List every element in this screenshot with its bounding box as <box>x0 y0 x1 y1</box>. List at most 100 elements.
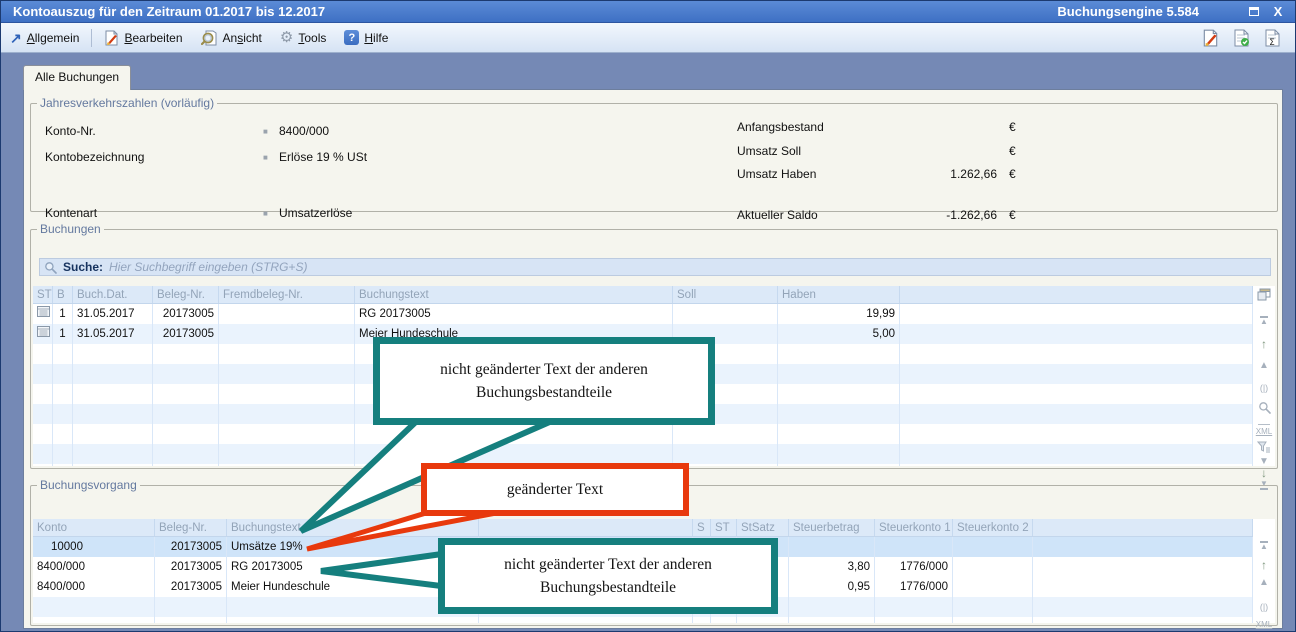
scroll-top-icon[interactable]: ▲ <box>1253 316 1275 328</box>
buchungen-legend: Buchungen <box>37 222 104 236</box>
column-chooser-icon[interactable] <box>1253 288 1275 305</box>
menu-tools[interactable]: ⚙ Tools <box>271 26 335 50</box>
sum-document-icon[interactable]: Σ <box>1264 29 1281 47</box>
cell-date: 31.05.2017 <box>73 304 153 324</box>
search-label: Suche: <box>63 260 103 274</box>
currency-label: € <box>1009 120 1016 134</box>
empty-row <box>33 617 1253 623</box>
menu-divider <box>91 29 92 47</box>
nav-up-icon[interactable]: ▲ <box>1253 360 1275 372</box>
col-header-betrag[interactable] <box>479 519 693 536</box>
field-value: Umsatzerlöse <box>279 206 352 220</box>
zoom-icon[interactable] <box>1253 401 1275 418</box>
empty-row <box>33 424 1253 444</box>
xml-icon[interactable]: XML <box>1253 619 1275 631</box>
search-input[interactable] <box>109 260 1266 274</box>
brackets-icon[interactable]: (|) <box>1253 382 1275 394</box>
total-value: 1.262,66 <box>867 167 997 181</box>
app-version-label: Buchungsengine 5.584 <box>1057 4 1199 19</box>
cell-steuerbetrag: 0,95 <box>789 577 875 597</box>
total-value: -1.262,66 <box>867 208 997 222</box>
menu-ansicht[interactable]: Ansicht <box>192 26 271 50</box>
cell-beleg: 20173005 <box>155 537 227 557</box>
cell-konto: 10000 <box>33 537 155 557</box>
move-up-icon[interactable]: ↑ <box>1253 559 1275 571</box>
col-header-b[interactable]: B <box>53 286 73 303</box>
col-header-buchungstext[interactable]: Buchungstext <box>227 519 479 536</box>
cell-text: RG 20173005 <box>355 304 673 324</box>
currency-label: € <box>1009 144 1016 158</box>
col-header-soll[interactable]: Soll <box>673 286 778 303</box>
cell-b: 1 <box>53 304 73 324</box>
col-header-st[interactable]: ST <box>33 286 53 303</box>
edit-document-icon <box>104 30 119 46</box>
table-row[interactable]: 1 31.05.2017 20173005 RG 20173005 19,99 <box>33 304 1253 324</box>
menu-bearbeiten[interactable]: Bearbeiten <box>95 26 191 50</box>
currency-label: € <box>1009 208 1016 222</box>
col-header-steuerbetrag[interactable]: Steuerbetrag <box>789 519 875 536</box>
annotation-unchanged-text-top: nicht geänderter Text der anderen Buchun… <box>373 337 715 425</box>
cell-soll <box>673 304 778 324</box>
col-header-st[interactable]: ST <box>711 519 737 536</box>
col-header-buchungstext[interactable]: Buchungstext <box>355 286 673 303</box>
cell-fremd <box>219 324 355 344</box>
filter-icon[interactable] <box>1253 441 1275 457</box>
search-bar: Suche: <box>39 258 1271 276</box>
field-value: 8400/000 <box>279 124 329 138</box>
cell-date: 31.05.2017 <box>73 324 153 344</box>
jahresverkehrszahlen-group: Jahresverkehrszahlen (vorläufig) Konto-N… <box>30 96 1278 212</box>
col-header-stsatz[interactable]: StSatz <box>737 519 789 536</box>
application-window: Kontoauszug für den Zeitraum 01.2017 bis… <box>0 0 1296 632</box>
col-header-belegnr[interactable]: Beleg-Nr. <box>153 286 219 303</box>
brackets-icon[interactable]: (|) <box>1253 601 1275 613</box>
cell-haben: 5,00 <box>778 324 900 344</box>
jahresverkehrszahlen-legend: Jahresverkehrszahlen (vorläufig) <box>37 96 217 110</box>
cell-steuerkonto1: 1776/000 <box>875 577 953 597</box>
move-up-icon[interactable]: ↑ <box>1253 338 1275 350</box>
edit-document-toolbar-icon[interactable] <box>1202 29 1219 47</box>
cell-steuerkonto1: 1776/000 <box>875 557 953 577</box>
close-button[interactable]: X <box>1269 4 1287 20</box>
empty-row <box>33 444 1253 464</box>
cell-beleg: 20173005 <box>155 577 227 597</box>
magnifier-document-icon <box>201 30 218 46</box>
cell-b: 1 <box>53 324 73 344</box>
menu-allgemein[interactable]: ↗ Allgemein <box>1 26 88 50</box>
cell-konto: 8400/000 <box>33 557 155 577</box>
tab-alle-buchungen[interactable]: Alle Buchungen <box>23 65 131 90</box>
col-header-s[interactable]: S <box>693 519 711 536</box>
buchungen-toolbar-rail: ▲ ↑ ▲ (|) XML ▼ ↓ ▼ <box>1253 286 1275 466</box>
buchungsvorgang-legend: Buchungsvorgang <box>37 478 140 492</box>
scroll-top-icon[interactable]: ▲ <box>1253 541 1275 553</box>
restore-button[interactable] <box>1245 4 1263 20</box>
nav-up-icon[interactable]: ▲ <box>1253 577 1275 589</box>
buchungen-header-row: ST B Buch.Dat. Beleg-Nr. Fremdbeleg-Nr. … <box>33 286 1253 304</box>
col-header-belegnr[interactable]: Beleg-Nr. <box>155 519 227 536</box>
cell-steuerkonto1 <box>875 537 953 557</box>
check-document-icon[interactable] <box>1233 29 1250 47</box>
total-label: Umsatz Soll <box>737 144 801 158</box>
col-header-haben[interactable]: Haben <box>778 286 900 303</box>
total-label: Umsatz Haben <box>737 167 816 181</box>
currency-label: € <box>1009 167 1016 181</box>
vorgang-header-row: Konto Beleg-Nr. Buchungstext S ST StSatz… <box>33 519 1253 537</box>
cell-steuerkonto2 <box>953 537 1033 557</box>
col-header-buchdat[interactable]: Buch.Dat. <box>73 286 153 303</box>
diagonal-arrow-icon: ↗ <box>10 31 22 45</box>
col-header-konto[interactable]: Konto <box>33 519 155 536</box>
col-header-fremdbelegnr[interactable]: Fremdbeleg-Nr. <box>219 286 355 303</box>
total-label: Anfangsbestand <box>737 120 824 134</box>
field-label: Kontenart <box>45 206 97 220</box>
cell-steuerbetrag <box>789 537 875 557</box>
xml-icon[interactable]: XML <box>1253 426 1275 438</box>
field-label: Konto-Nr. <box>45 124 96 138</box>
restore-icon <box>1249 7 1259 16</box>
help-icon: ? <box>344 30 359 45</box>
col-header-steuerkonto1[interactable]: Steuerkonto 1 <box>875 519 953 536</box>
cell-beleg: 20173005 <box>153 324 219 344</box>
menu-hilfe[interactable]: ? Hilfe <box>335 26 397 50</box>
col-header-steuerkonto2[interactable]: Steuerkonto 2 <box>953 519 1033 536</box>
cell-steuerkonto2 <box>953 557 1033 577</box>
vorgang-toolbar-rail: ▲ ↑ ▲ (|) XML <box>1253 519 1275 623</box>
bullet-icon: ■ <box>263 209 268 218</box>
